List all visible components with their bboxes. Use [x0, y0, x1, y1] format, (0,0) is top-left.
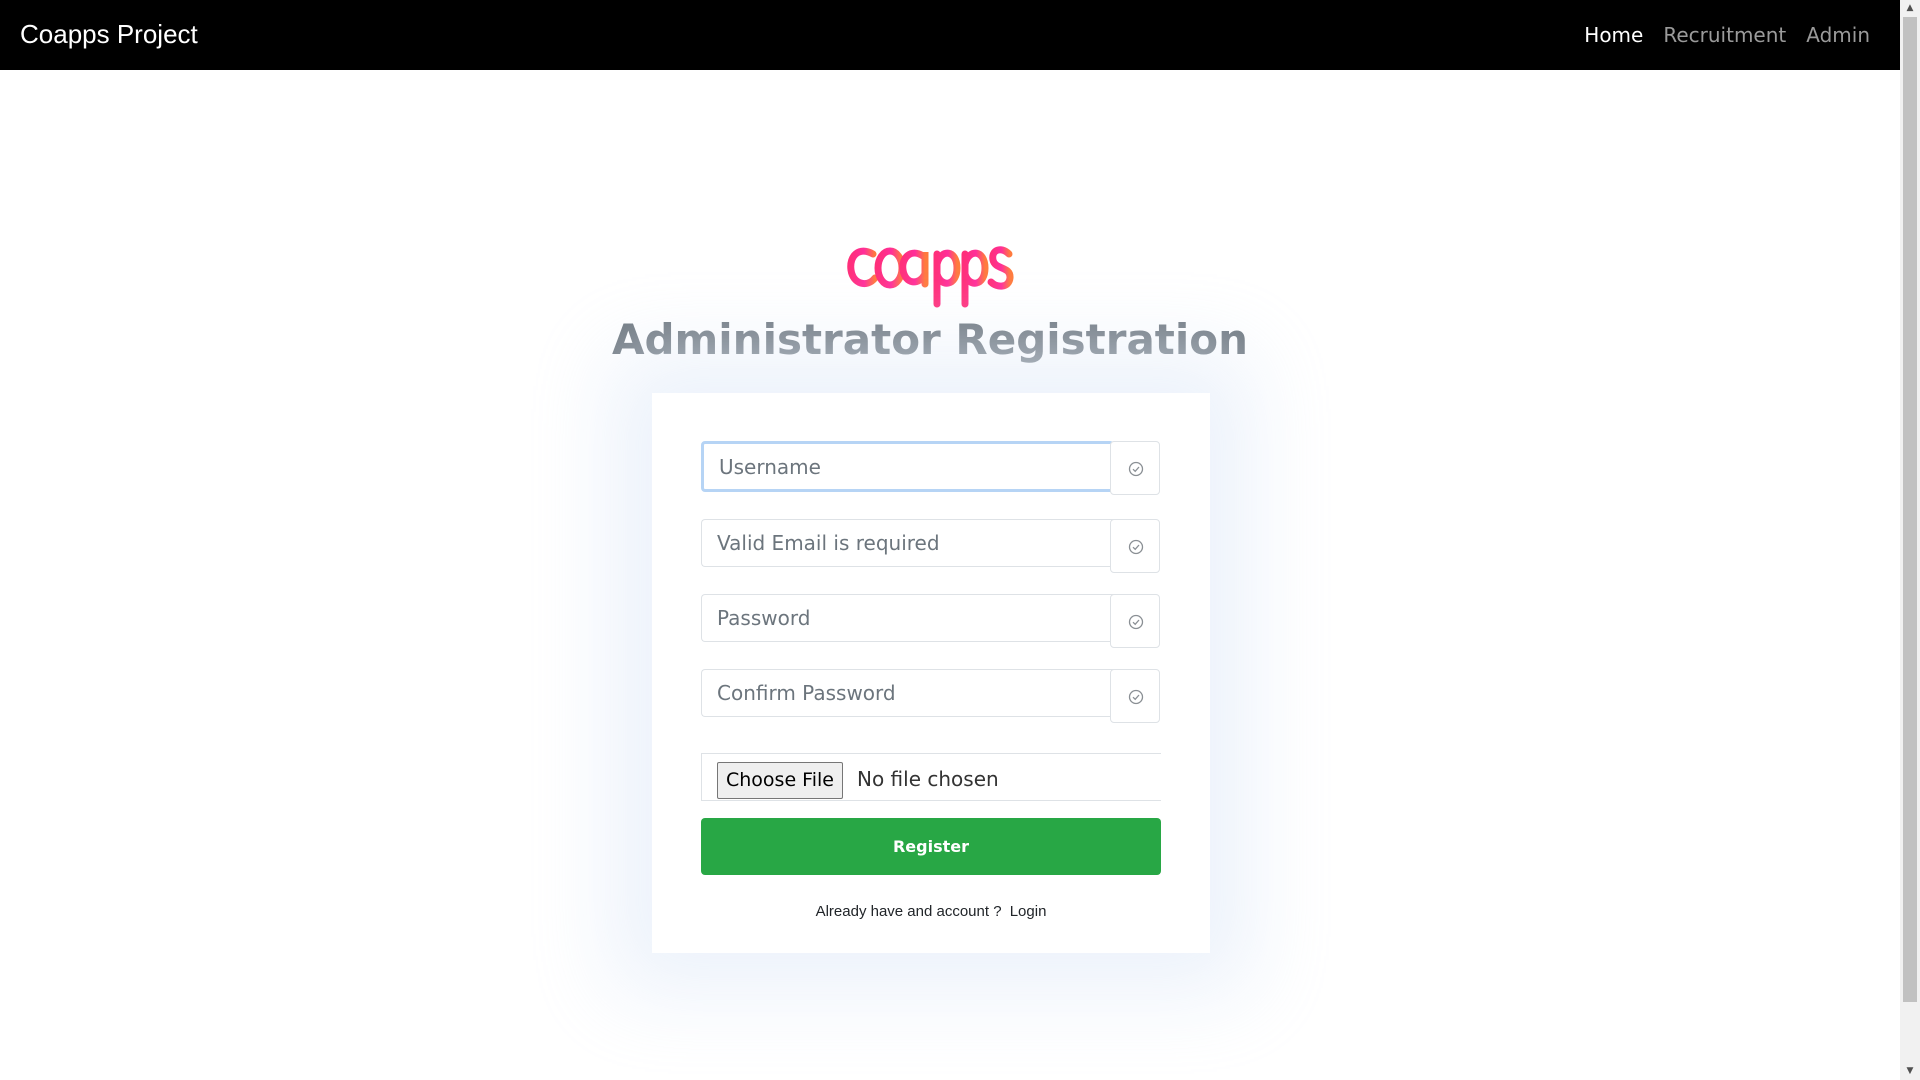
- password-input[interactable]: [701, 594, 1115, 642]
- login-prompt: Already have and account ? Login: [701, 901, 1161, 923]
- nav-links: Home Recruitment Admin: [1584, 20, 1870, 50]
- file-upload-field: Choose File No file chosen: [701, 753, 1161, 801]
- scroll-up-arrow-icon[interactable]: ▲: [1900, 0, 1920, 17]
- check-circle-icon: [1128, 614, 1144, 630]
- vertical-scrollbar[interactable]: ▲ ▼: [1900, 0, 1920, 1080]
- confirm-password-input[interactable]: [701, 669, 1115, 717]
- username-field-group: [701, 441, 1160, 495]
- register-button[interactable]: Register: [701, 818, 1161, 875]
- coapps-logo: [847, 246, 1014, 308]
- nav-link-recruitment[interactable]: Recruitment: [1663, 20, 1786, 50]
- email-input[interactable]: [701, 519, 1115, 567]
- login-link[interactable]: Login: [1010, 903, 1047, 920]
- page: Coapps Project Home Recruitment Admin Ad…: [0, 0, 1920, 1080]
- file-status-text: No file chosen: [857, 767, 999, 791]
- check-circle-icon: [1128, 539, 1144, 555]
- choose-file-button[interactable]: Choose File: [717, 762, 843, 799]
- confirm-password-addon: [1110, 669, 1160, 723]
- nav-link-admin[interactable]: Admin: [1806, 20, 1870, 50]
- check-circle-icon: [1128, 461, 1144, 477]
- confirm-password-field-group: [701, 669, 1160, 723]
- username-addon: [1110, 441, 1160, 495]
- top-navbar: Coapps Project Home Recruitment Admin: [0, 0, 1900, 70]
- check-circle-icon: [1128, 689, 1144, 705]
- scroll-down-arrow-icon[interactable]: ▼: [1900, 1063, 1920, 1080]
- email-field-group: [701, 519, 1160, 573]
- scrollbar-thumb[interactable]: [1903, 17, 1917, 1002]
- page-title: Administrator Registration: [611, 315, 1249, 364]
- nav-link-home[interactable]: Home: [1584, 20, 1643, 50]
- navbar-brand[interactable]: Coapps Project: [20, 18, 198, 50]
- password-addon: [1110, 594, 1160, 648]
- username-input[interactable]: [701, 441, 1114, 492]
- email-addon: [1110, 519, 1160, 573]
- login-prompt-text: Already have and account ?: [815, 903, 1002, 920]
- password-field-group: [701, 594, 1160, 648]
